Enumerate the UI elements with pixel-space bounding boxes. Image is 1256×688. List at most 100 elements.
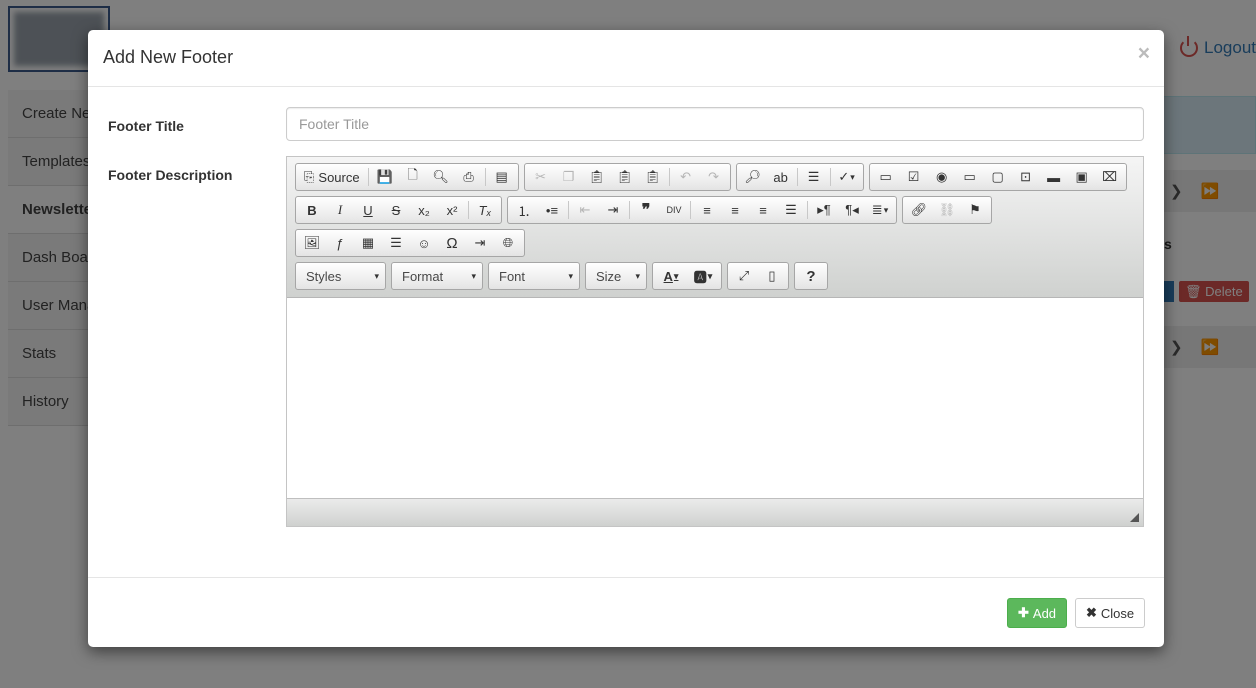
- spellcheck-icon[interactable]: ✓: [833, 165, 861, 189]
- add-footer-modal: Add New Footer × Footer Title Footer Des…: [88, 30, 1164, 647]
- blockquote-icon[interactable]: ❞: [632, 198, 660, 222]
- toolbar-separator: [629, 201, 630, 219]
- hidden-field-icon[interactable]: ⌧: [1096, 165, 1124, 189]
- checkbox-icon[interactable]: ☑: [900, 165, 928, 189]
- toolbar-separator: [468, 201, 469, 219]
- text-direction-ltr-icon[interactable]: ▸¶: [810, 198, 838, 222]
- text-color-icon[interactable]: A: [655, 264, 687, 288]
- replace-icon[interactable]: ab: [767, 165, 795, 189]
- anchor-icon[interactable]: ⚑: [961, 198, 989, 222]
- justify-icon[interactable]: ☰: [777, 198, 805, 222]
- find-icon[interactable]: 🔎︎: [739, 165, 767, 189]
- text-field-icon[interactable]: ▭: [956, 165, 984, 189]
- toolbar-group-insert: 🖼︎ ƒ ▦ ☰ ☺ Ω ⇥ 🌐︎: [295, 229, 525, 257]
- unlink-icon[interactable]: ⛓: [933, 198, 961, 222]
- add-button[interactable]: ✚ Add: [1007, 598, 1068, 628]
- chevron-down-icon: ▾: [635, 270, 640, 281]
- show-blocks-icon[interactable]: ▯: [758, 264, 786, 288]
- image-button-icon[interactable]: ▣: [1068, 165, 1096, 189]
- toolbar-group-basicstyles: B I U S x₂ x² Tₓ: [295, 196, 502, 224]
- footer-title-label: Footer Title: [108, 118, 184, 134]
- italic-icon[interactable]: I: [326, 198, 354, 222]
- horizontal-rule-icon[interactable]: ☰: [382, 231, 410, 255]
- editor-content-area[interactable]: [287, 298, 1143, 498]
- subscript-icon[interactable]: x₂: [410, 198, 438, 222]
- styles-label: Styles: [306, 268, 342, 284]
- image-icon[interactable]: 🖼︎: [298, 231, 326, 255]
- source-button[interactable]: ⎘ Source: [298, 165, 366, 189]
- source-icon: ⎘: [304, 169, 315, 184]
- toolbar-separator: [829, 168, 831, 186]
- resize-handle-icon[interactable]: [1130, 513, 1139, 522]
- footer-title-input[interactable]: [286, 107, 1144, 141]
- rich-text-editor: ⎘ Source 💾 🗋 🔍︎ ⎙ ▤ ✂ ❐ 📋︎ 📋︎ 📋︎ ↶ ↷ 🔎︎ …: [286, 156, 1144, 527]
- chevron-down-icon: ▾: [374, 270, 379, 281]
- toolbar-separator: [807, 201, 808, 219]
- radio-icon[interactable]: ◉: [928, 165, 956, 189]
- undo-icon[interactable]: ↶: [672, 165, 700, 189]
- font-dropdown[interactable]: Font ▾: [488, 262, 580, 290]
- background-color-icon[interactable]: 🅰︎: [687, 264, 719, 288]
- superscript-icon[interactable]: x²: [438, 198, 466, 222]
- align-center-icon[interactable]: ≡: [721, 198, 749, 222]
- strikethrough-icon[interactable]: S: [382, 198, 410, 222]
- print-icon[interactable]: ⎙: [455, 165, 483, 189]
- paste-text-icon[interactable]: 📋︎: [611, 165, 639, 189]
- help-icon[interactable]: ?: [797, 264, 825, 288]
- create-div-icon[interactable]: DIV: [660, 198, 688, 222]
- footer-description-label: Footer Description: [108, 167, 233, 183]
- toolbar-group-paragraph: ⒈ •≡ ⇤ ⇥ ❞ DIV ≡ ≡ ≡ ☰ ▸¶ ¶◂ ≣ ▾: [507, 196, 897, 224]
- paste-icon[interactable]: 📋︎: [583, 165, 611, 189]
- form-icon[interactable]: ▭: [872, 165, 900, 189]
- close-icon[interactable]: ×: [1138, 43, 1150, 64]
- maximize-icon[interactable]: ⤢: [730, 264, 758, 288]
- table-icon[interactable]: ▦: [354, 231, 382, 255]
- copy-icon[interactable]: ❐: [555, 165, 583, 189]
- outdent-icon[interactable]: ⇤: [571, 198, 599, 222]
- chevron-down-icon: ▾: [568, 270, 573, 281]
- add-button-label: Add: [1032, 605, 1057, 621]
- source-label: Source: [318, 169, 360, 185]
- styles-dropdown[interactable]: Styles ▾: [295, 262, 386, 290]
- button-icon[interactable]: ▬: [1040, 165, 1068, 189]
- toolbar-row-4: Styles ▾ Format ▾ Font ▾ Size ▾ A ▾ 🅰︎ ▾…: [295, 262, 828, 290]
- select-field-icon[interactable]: ⊡: [1012, 165, 1040, 189]
- page-break-icon[interactable]: ⇥: [466, 231, 494, 255]
- modal-header: Add New Footer ×: [88, 30, 1164, 87]
- new-page-icon[interactable]: 🗋: [399, 165, 427, 189]
- align-right-icon[interactable]: ≡: [749, 198, 777, 222]
- language-icon[interactable]: ≣: [866, 198, 894, 222]
- save-icon[interactable]: 💾: [371, 165, 399, 189]
- numbered-list-icon[interactable]: ⒈: [510, 198, 538, 222]
- bold-icon[interactable]: B: [298, 198, 326, 222]
- text-direction-rtl-icon[interactable]: ¶◂: [838, 198, 866, 222]
- paste-word-icon[interactable]: 📋︎: [639, 165, 667, 189]
- toolbar-group-about: ?: [794, 262, 828, 290]
- remove-format-icon[interactable]: Tₓ: [471, 198, 499, 222]
- format-dropdown[interactable]: Format ▾: [391, 262, 483, 290]
- indent-icon[interactable]: ⇥: [599, 198, 627, 222]
- close-button[interactable]: ✖ Close: [1075, 598, 1146, 628]
- flash-icon[interactable]: ƒ: [326, 231, 354, 255]
- plus-icon: ✚: [1018, 605, 1029, 620]
- toolbar-separator: [668, 168, 670, 186]
- align-left-icon[interactable]: ≡: [693, 198, 721, 222]
- modal-body: Footer Title Footer Description ⎘ Source…: [88, 87, 1164, 577]
- smiley-icon[interactable]: ☺: [410, 231, 438, 255]
- textarea-icon[interactable]: ▢: [984, 165, 1012, 189]
- toolbar-group-editing: 🔎︎ ab ☰ ✓: [735, 163, 864, 191]
- toolbar-separator: [796, 168, 798, 186]
- underline-icon[interactable]: U: [354, 198, 382, 222]
- special-char-icon[interactable]: Ω: [438, 231, 466, 255]
- templates-icon[interactable]: ▤: [488, 165, 516, 189]
- bulleted-list-icon[interactable]: •≡: [538, 198, 566, 222]
- link-icon[interactable]: 🔗︎: [905, 198, 933, 222]
- select-all-icon[interactable]: ☰: [800, 165, 828, 189]
- preview-icon[interactable]: 🔍︎: [427, 165, 455, 189]
- redo-icon[interactable]: ↷: [700, 165, 728, 189]
- size-dropdown[interactable]: Size ▾: [585, 262, 647, 290]
- toolbar-row-1: ⎘ Source 💾 🗋 🔍︎ ⎙ ▤ ✂ ❐ 📋︎ 📋︎ 📋︎ ↶ ↷ 🔎︎ …: [295, 163, 1127, 191]
- cut-icon[interactable]: ✂: [527, 165, 555, 189]
- iframe-icon[interactable]: 🌐︎: [494, 231, 522, 255]
- close-button-label: Close: [1100, 605, 1135, 621]
